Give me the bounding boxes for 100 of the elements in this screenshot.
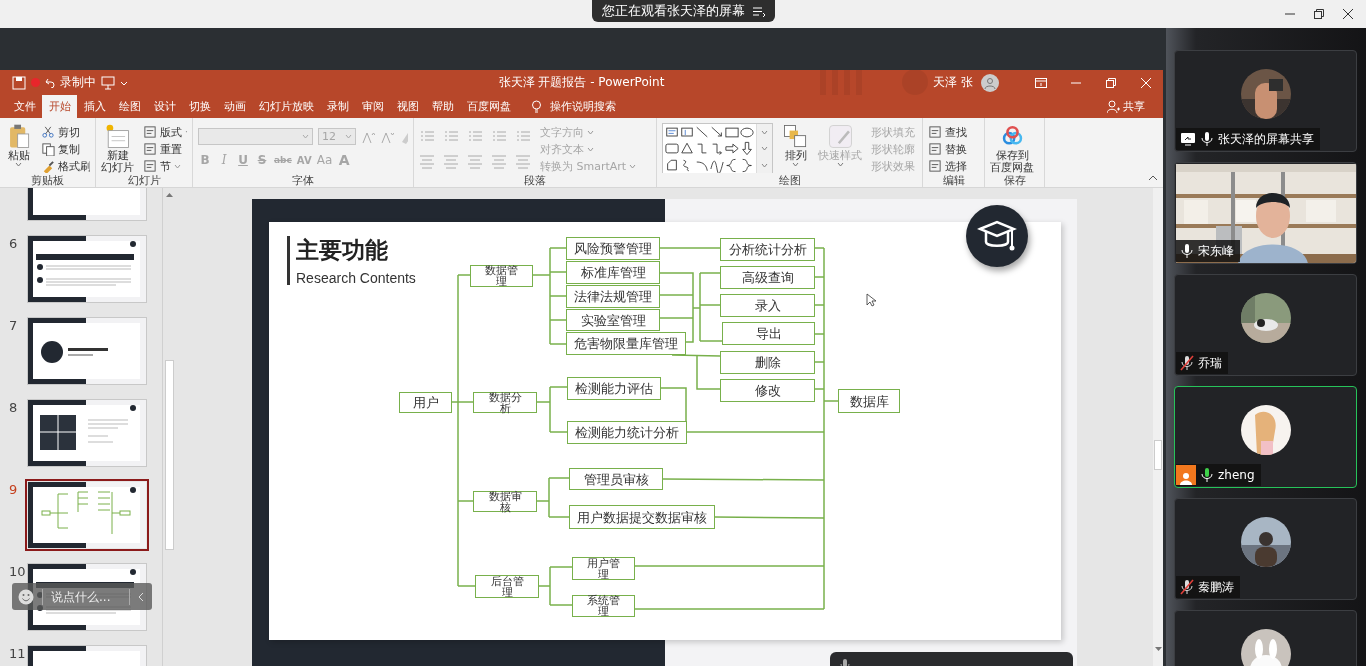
participant-name: 秦鹏涛 xyxy=(1198,578,1234,596)
ribbon-tab[interactable]: 开始 xyxy=(42,95,77,118)
participant-tile[interactable]: 宋东峰 xyxy=(1174,162,1357,264)
ribbon-tab[interactable]: 插入 xyxy=(77,95,112,118)
shape-icon xyxy=(695,125,709,140)
scrollbar-thumb[interactable] xyxy=(164,360,174,550)
participant-tile[interactable]: zheng xyxy=(1174,386,1357,488)
slide-thumbnail[interactable] xyxy=(28,236,146,302)
ribbon-tab[interactable]: 帮助 xyxy=(425,95,460,118)
group-label: 幻灯片 xyxy=(126,173,162,189)
chat-field[interactable]: 说点什么... xyxy=(51,589,121,604)
scrollbar[interactable] xyxy=(162,188,175,666)
user-name: 天泽 张 xyxy=(933,74,973,91)
slide-thumbnail[interactable] xyxy=(28,318,146,384)
slide-number: 9 xyxy=(8,482,19,497)
banner-text: 您正在观看张天泽的屏幕 xyxy=(601,2,745,20)
shape-icon xyxy=(665,141,679,157)
align-icon xyxy=(467,154,483,169)
tell-me-search[interactable]: 操作说明搜索 xyxy=(531,99,616,114)
ribbon-button[interactable]: 排列 xyxy=(782,123,809,167)
command-icon xyxy=(826,123,854,150)
ribbon-tab[interactable]: 审阅 xyxy=(355,95,390,118)
slide-number: 10 xyxy=(8,564,27,579)
ribbon-button[interactable]: 剪切 xyxy=(41,124,90,140)
scrollbar[interactable] xyxy=(1153,188,1163,666)
participant-tile[interactable]: 乔瑞 xyxy=(1174,274,1357,376)
chat-input[interactable]: 说点什么... xyxy=(12,583,152,610)
cursor-icon xyxy=(866,293,876,307)
command-icon xyxy=(104,123,131,150)
caret-icon xyxy=(629,163,637,169)
ribbon-tab[interactable]: 视图 xyxy=(390,95,425,118)
ribbon-tab[interactable]: 绘图 xyxy=(112,95,147,118)
graduation-cap-icon xyxy=(966,205,1028,267)
diagram-node: 高级查询 xyxy=(720,266,815,289)
ribbon-button[interactable]: 格式刷 xyxy=(41,158,90,173)
scrollbar-thumb[interactable] xyxy=(1154,440,1162,470)
diagram-node: 危害物限量库管理 xyxy=(566,332,686,355)
ribbon-button[interactable]: 新建 幻灯片 xyxy=(101,123,134,173)
diagram-node: 用户 xyxy=(399,392,452,413)
ribbon-button[interactable]: 版式 xyxy=(143,124,187,140)
shape-icon xyxy=(680,125,694,140)
align-icon xyxy=(419,154,435,169)
ribbon-button[interactable]: 替换 xyxy=(928,141,967,157)
slide-thumbnail[interactable] xyxy=(28,482,146,548)
shapes-gallery[interactable] xyxy=(662,123,773,173)
ribbon-tab[interactable]: 幻灯片放映 xyxy=(252,95,320,118)
caret-icon xyxy=(836,162,844,167)
undo-icon xyxy=(45,77,55,88)
share-button[interactable]: 共享 xyxy=(1107,99,1145,114)
command-icon xyxy=(928,142,942,156)
ribbon-button[interactable]: 粘贴 xyxy=(5,123,32,167)
ribbon-button[interactable]: 选择 xyxy=(928,158,967,173)
caret-icon xyxy=(345,134,352,139)
restore-icon xyxy=(1105,77,1116,88)
group-label: 绘图 xyxy=(777,173,802,189)
ribbon-tab[interactable]: 录制 xyxy=(320,95,355,118)
command-icon xyxy=(41,142,55,156)
slide-thumbnail[interactable] xyxy=(28,400,146,466)
command-icon xyxy=(143,125,157,139)
diagram-node: 录入 xyxy=(720,294,815,317)
ribbon-tab[interactable]: 百度网盘 xyxy=(460,95,517,118)
ribbon-tab[interactable]: 设计 xyxy=(147,95,182,118)
ribbon-tab[interactable]: 动画 xyxy=(217,95,252,118)
command-icon xyxy=(41,159,55,173)
shape-icon xyxy=(665,125,679,140)
shape-icon xyxy=(680,141,694,157)
command-icon xyxy=(41,125,55,139)
diagram-node: 后台管理 xyxy=(475,575,539,598)
ribbon-button[interactable]: 保存到 百度网盘 xyxy=(990,123,1034,173)
slide-subtitle: Research Contents xyxy=(296,270,416,286)
ribbon-button[interactable]: 复制 xyxy=(41,141,90,157)
caret-icon xyxy=(302,134,309,139)
diagram-node: 用户数据提交数据审核 xyxy=(569,505,715,529)
shape-icon xyxy=(665,157,679,173)
list-icon xyxy=(491,129,507,144)
caret-icon xyxy=(15,162,22,167)
group-label: 段落 xyxy=(523,173,547,189)
shape-icon xyxy=(695,141,709,157)
align-icon xyxy=(443,154,459,169)
diagram-node: 数据库 xyxy=(838,389,900,413)
ribbon-button[interactable]: 节 xyxy=(143,158,187,173)
diagram-node: 管理员审核 xyxy=(569,468,663,490)
diagram-node: 数据审核 xyxy=(473,491,537,512)
caret-icon xyxy=(792,162,799,167)
diagram-node: 实验室管理 xyxy=(566,309,660,331)
diagram-node: 法律法规管理 xyxy=(566,285,660,308)
caret-icon xyxy=(761,129,768,135)
ribbon-button[interactable]: 重置 xyxy=(143,141,187,157)
close-icon xyxy=(1140,77,1151,88)
ribbon-tab[interactable]: 文件 xyxy=(7,95,42,118)
diagram-node: 用户管理 xyxy=(572,557,635,580)
user-avatar-icon[interactable] xyxy=(981,73,999,92)
caret-icon xyxy=(761,163,768,169)
list-icon xyxy=(443,129,459,144)
participant-name: zheng xyxy=(1218,468,1255,482)
ribbon-button[interactable]: 查找 xyxy=(928,124,967,140)
participant-tile[interactable]: 张天泽的屏幕共享 xyxy=(1174,50,1357,152)
ribbon-tab[interactable]: 切换 xyxy=(182,95,217,118)
recording-dot-icon xyxy=(31,78,40,87)
participant-tile[interactable]: 秦鹏涛 xyxy=(1174,498,1357,600)
